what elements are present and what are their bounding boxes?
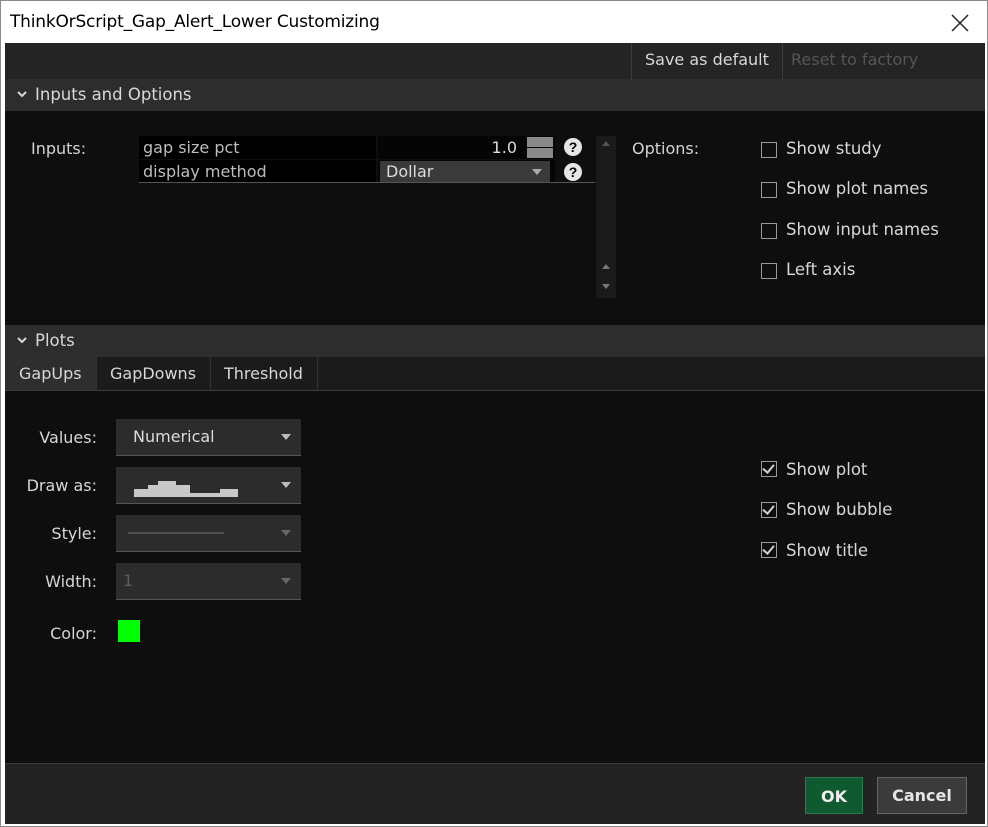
chevron-down-icon [17,337,27,344]
input-name: gap size pct [139,136,376,159]
save-as-default-button[interactable]: Save as default [631,43,783,79]
width-label: Width: [45,572,97,591]
input-name: display method [139,160,376,183]
window-title: ThinkOrScript_Gap_Alert_Lower Customizin… [10,12,380,32]
dropdown-arrow-icon [532,169,542,175]
reset-to-factory-default-button[interactable]: Reset to factory default [778,43,985,103]
chevron-down-icon [17,91,27,98]
dropdown-arrow-icon [281,530,291,536]
style-dropdown[interactable] [116,515,301,552]
inputs-and-options-header[interactable]: Inputs and Options [5,79,985,111]
scroll-down-icon[interactable] [602,284,610,289]
dialog-footer: OK Cancel [5,763,985,824]
dropdown-arrow-icon [281,434,291,440]
customizing-dialog: ThinkOrScript_Gap_Alert_Lower Customizin… [0,0,988,827]
input-row: display method Dollar ? [139,160,595,183]
input-row: gap size pct 1.0 ? [139,136,595,159]
show-study-option[interactable]: Show study [786,139,882,158]
top-toolbar: Save as default Reset to factory default [5,43,985,103]
stepper-icon[interactable] [527,137,553,158]
section-title: Plots [35,331,75,350]
checkbox-icon[interactable] [761,502,777,518]
color-label: Color: [50,624,97,643]
checkbox-icon[interactable] [761,263,777,279]
width-dropdown[interactable]: 1 [116,563,301,600]
plot-tabs: GapUps GapDowns Threshold [5,357,985,391]
ok-button[interactable]: OK [805,777,863,814]
gap-size-pct-field[interactable]: 1.0 [378,136,555,159]
show-input-names-option[interactable]: Show input names [786,220,939,239]
dialog-body: Save as default Reset to factory default… [5,43,985,824]
checkbox-icon[interactable] [761,461,777,477]
dropdown-value: 1 [123,571,134,590]
values-label: Values: [39,428,97,447]
options-label: Options: [632,139,700,158]
display-method-field[interactable]: Dollar [378,160,555,183]
display-method-dropdown[interactable]: Dollar [380,161,550,182]
checkbox-icon[interactable] [761,223,777,239]
line-style-icon [128,532,224,534]
scroll-up-icon[interactable] [602,141,610,146]
checkbox-icon[interactable] [761,142,777,158]
histogram-icon [134,481,238,497]
step-up[interactable] [527,137,553,147]
close-button[interactable] [941,7,977,39]
dropdown-arrow-icon [281,482,291,488]
input-value: 1.0 [491,138,517,157]
color-swatch[interactable] [118,620,140,642]
dropdown-value: Dollar [386,162,434,181]
tab-gapdowns[interactable]: GapDowns [96,357,212,390]
checkbox-icon[interactable] [761,182,777,198]
tab-threshold[interactable]: Threshold [210,357,318,390]
title-bar: ThinkOrScript_Gap_Alert_Lower Customizin… [1,1,987,43]
style-label: Style: [51,524,97,543]
inputs-scrollbar[interactable] [596,136,616,298]
draw-as-label: Draw as: [26,476,97,495]
draw-as-dropdown[interactable] [116,467,301,504]
show-plot-option[interactable]: Show plot [786,460,867,479]
left-axis-option[interactable]: Left axis [786,260,855,279]
close-icon [951,14,969,32]
show-title-option[interactable]: Show title [786,541,868,560]
step-down[interactable] [527,148,553,158]
checkbox-icon[interactable] [761,542,777,558]
plots-header[interactable]: Plots [5,325,985,357]
dropdown-value: Numerical [133,427,215,446]
values-dropdown[interactable]: Numerical [116,419,301,456]
help-icon[interactable]: ? [564,138,582,156]
inputs-table: gap size pct 1.0 ? display method Dollar [139,136,595,183]
inputs-label: Inputs: [31,139,87,158]
show-plot-names-option[interactable]: Show plot names [786,179,928,198]
tab-gapups[interactable]: GapUps [5,357,97,390]
section-title: Inputs and Options [35,85,192,104]
help-icon[interactable]: ? [564,163,582,181]
dropdown-arrow-icon [281,578,291,584]
table-divider [139,182,595,183]
show-bubble-option[interactable]: Show bubble [786,500,892,519]
scroll-up-icon[interactable] [602,264,610,269]
cancel-button[interactable]: Cancel [877,777,967,814]
